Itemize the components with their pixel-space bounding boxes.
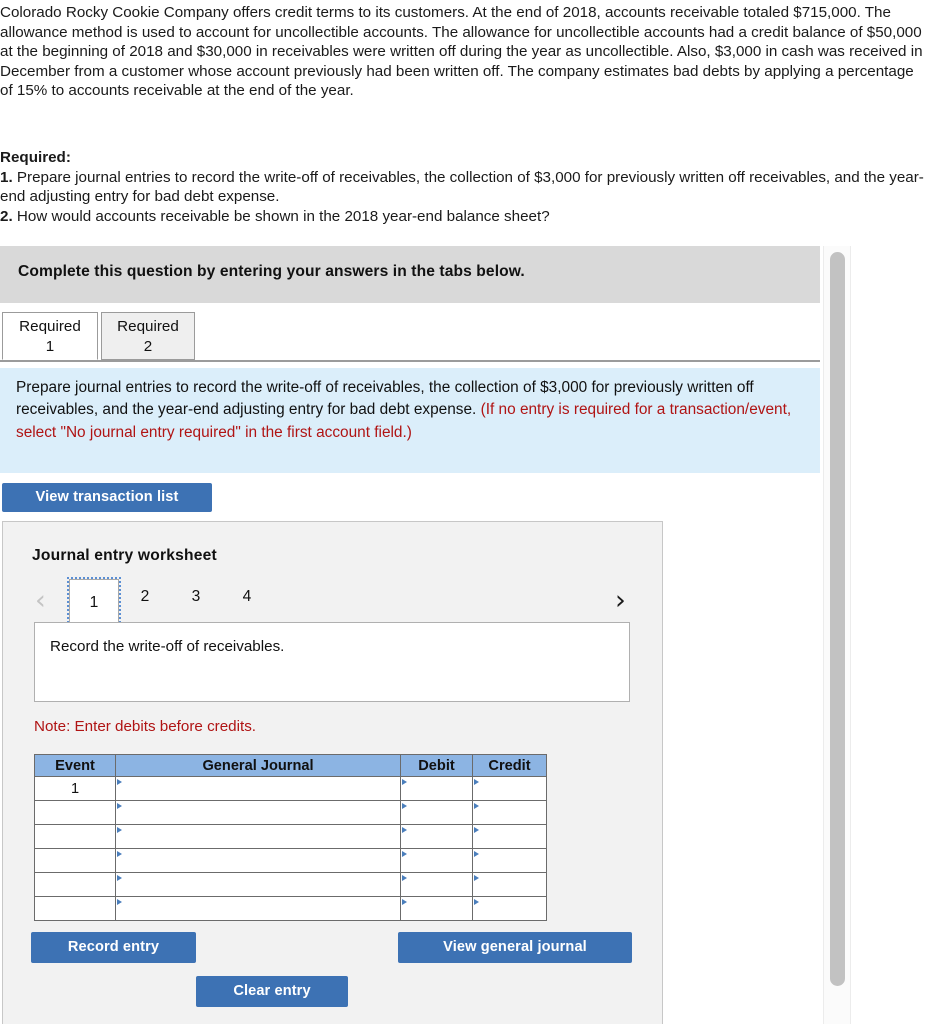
cell-debit[interactable]	[400, 848, 473, 873]
cell-general-journal[interactable]	[115, 824, 401, 849]
problem-statement-paragraph: Colorado Rocky Cookie Company offers cre…	[0, 4, 923, 100]
cell-general-journal[interactable]	[115, 896, 401, 921]
dropdown-triangle-icon	[117, 875, 122, 881]
dropdown-triangle-icon	[117, 779, 122, 785]
table-row	[34, 872, 547, 897]
table-header-row: Event General Journal Debit Credit	[34, 754, 547, 777]
cell-general-journal[interactable]	[115, 776, 401, 801]
chevron-left-icon[interactable]: ‹	[35, 587, 46, 614]
column-header-event: Event	[34, 754, 116, 777]
worksheet-page-4[interactable]: 4	[234, 588, 260, 606]
worksheet-pager: ‹ 1 2 3 4 ›	[3, 577, 664, 627]
cell-debit[interactable]	[400, 896, 473, 921]
requirement-tabs: Required 1 Required 2	[0, 312, 820, 362]
dropdown-triangle-icon	[402, 851, 407, 857]
column-header-credit: Credit	[472, 754, 547, 777]
required-item-1-text: Prepare journal entries to record the wr…	[0, 168, 924, 206]
dropdown-triangle-icon	[402, 875, 407, 881]
worksheet-page-2[interactable]: 2	[132, 588, 158, 606]
required-section: Required: 1. Prepare journal entries to …	[0, 148, 924, 226]
column-header-general-journal: General Journal	[115, 754, 401, 777]
cell-credit[interactable]	[472, 872, 547, 897]
dropdown-triangle-icon	[402, 803, 407, 809]
required-item-1-number: 1.	[0, 168, 13, 186]
cell-credit[interactable]	[472, 800, 547, 825]
general-journal-table: Event General Journal Debit Credit 1	[34, 754, 547, 921]
chevron-right-icon[interactable]: ›	[615, 587, 626, 614]
tab-required-1-number: 1	[45, 338, 55, 355]
cell-credit[interactable]	[472, 896, 547, 921]
debits-before-credits-note: Note: Enter debits before credits.	[34, 718, 257, 735]
instruction-panel: Prepare journal entries to record the wr…	[0, 368, 820, 473]
clear-entry-button[interactable]: Clear entry	[196, 976, 348, 1007]
worksheet-page-3[interactable]: 3	[183, 588, 209, 606]
cell-debit[interactable]	[400, 776, 473, 801]
dropdown-triangle-icon	[117, 899, 122, 905]
worksheet-title: Journal entry worksheet	[32, 547, 217, 564]
dropdown-triangle-icon	[402, 899, 407, 905]
table-row	[34, 848, 547, 873]
tab-required-1-label: Required	[19, 318, 81, 335]
complete-question-bar: Complete this question by entering your …	[0, 246, 820, 303]
dropdown-triangle-icon	[117, 851, 122, 857]
cell-event[interactable]: 1	[34, 776, 116, 801]
table-row	[34, 896, 547, 921]
dropdown-triangle-icon	[474, 875, 479, 881]
dropdown-triangle-icon	[474, 851, 479, 857]
column-header-debit: Debit	[400, 754, 473, 777]
cell-event[interactable]	[34, 824, 116, 849]
required-item-2-number: 2.	[0, 207, 13, 225]
cell-event[interactable]	[34, 896, 116, 921]
cell-event[interactable]	[34, 800, 116, 825]
cell-debit[interactable]	[400, 872, 473, 897]
dropdown-triangle-icon	[474, 803, 479, 809]
cell-credit[interactable]	[472, 776, 547, 801]
cell-credit[interactable]	[472, 824, 547, 849]
complete-question-text: Complete this question by entering your …	[18, 263, 525, 280]
dropdown-triangle-icon	[402, 827, 407, 833]
cell-event[interactable]	[34, 872, 116, 897]
worksheet-description-text: Record the write-off of receivables.	[50, 638, 285, 655]
cell-debit[interactable]	[400, 800, 473, 825]
dropdown-triangle-icon	[474, 827, 479, 833]
required-item-1: 1. Prepare journal entries to record the…	[0, 168, 924, 207]
dropdown-triangle-icon	[117, 803, 122, 809]
required-heading: Required:	[0, 149, 71, 166]
view-transaction-list-button[interactable]: View transaction list	[2, 483, 212, 512]
table-row: 1	[34, 776, 547, 801]
dropdown-triangle-icon	[117, 827, 122, 833]
record-entry-button[interactable]: Record entry	[31, 932, 196, 963]
table-row	[34, 824, 547, 849]
dropdown-triangle-icon	[402, 779, 407, 785]
required-item-2-text: How would accounts receivable be shown i…	[12, 207, 550, 225]
dropdown-triangle-icon	[474, 779, 479, 785]
cell-general-journal[interactable]	[115, 848, 401, 873]
dropdown-triangle-icon	[474, 899, 479, 905]
tab-baseline	[0, 360, 820, 362]
cell-general-journal[interactable]	[115, 872, 401, 897]
worksheet-description-box: Record the write-off of receivables.	[34, 622, 630, 702]
tab-required-2[interactable]: Required 2	[101, 312, 195, 360]
cell-general-journal[interactable]	[115, 800, 401, 825]
tab-required-1[interactable]: Required 1	[2, 312, 98, 360]
vertical-scrollbar-thumb[interactable]	[830, 252, 845, 986]
table-row	[34, 800, 547, 825]
cell-debit[interactable]	[400, 824, 473, 849]
worksheet-page-1[interactable]: 1	[67, 577, 121, 627]
cell-event[interactable]	[34, 848, 116, 873]
view-general-journal-button[interactable]: View general journal	[398, 932, 632, 963]
required-item-2: 2. How would accounts receivable be show…	[0, 207, 924, 227]
tab-required-2-number: 2	[143, 338, 153, 355]
tab-required-2-label: Required	[117, 318, 179, 335]
cell-credit[interactable]	[472, 848, 547, 873]
